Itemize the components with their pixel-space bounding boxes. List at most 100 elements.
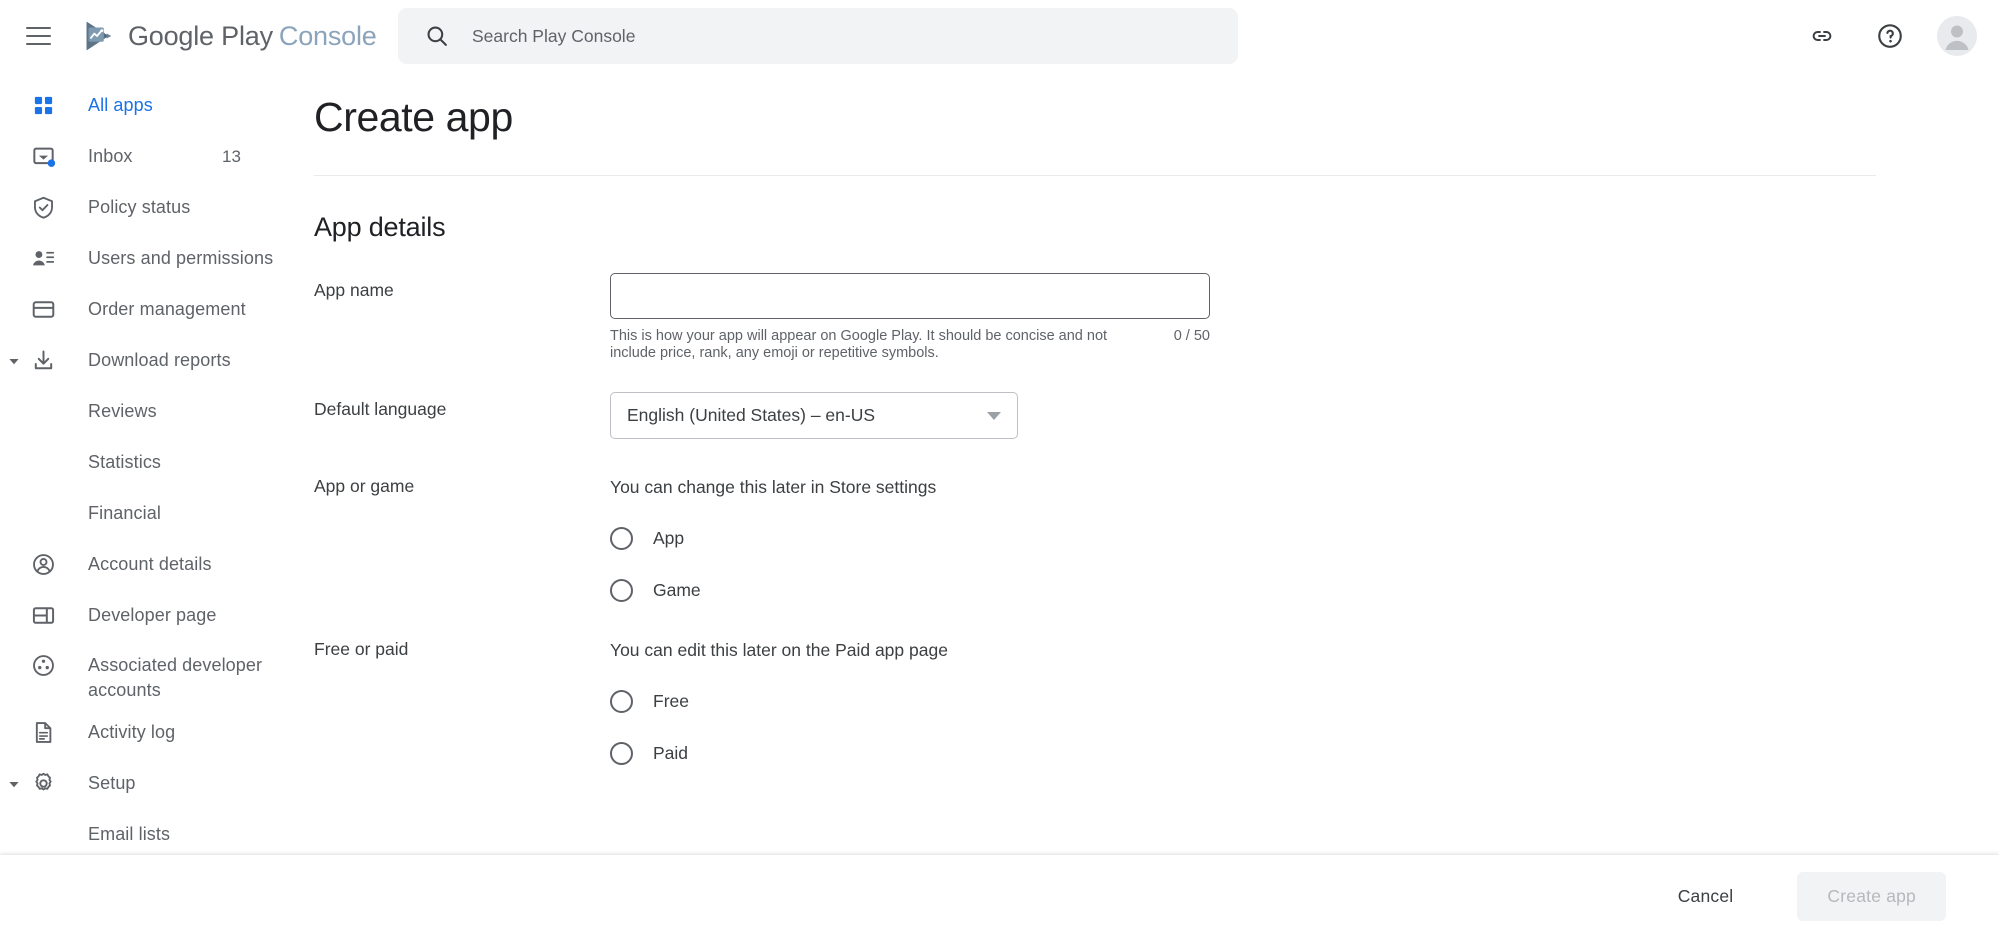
- radio-label: Free: [653, 691, 689, 712]
- sidebar-item-label: Download reports: [88, 348, 231, 373]
- account-avatar-icon[interactable]: [1937, 16, 1977, 56]
- sidebar-item-email-lists[interactable]: Email lists: [0, 809, 314, 855]
- sidebar-item-label: Policy status: [88, 195, 190, 220]
- form-row-app-name: App name This is how your app will appea…: [314, 273, 1999, 362]
- sidebar-item-account-details[interactable]: Account details: [0, 539, 314, 590]
- sidebar-item-setup[interactable]: Setup: [0, 758, 314, 809]
- app-name-helper-text: This is how your app will appear on Goog…: [610, 328, 1150, 362]
- sidebar-item-label: Reviews: [88, 399, 157, 424]
- search-input[interactable]: [472, 26, 1172, 47]
- sidebar-item-label: Order management: [88, 297, 246, 322]
- app-name-field-group: This is how your app will appear on Goog…: [610, 273, 1999, 362]
- radio-option-free[interactable]: Free: [610, 690, 1999, 713]
- radio-option-app[interactable]: App: [610, 527, 1999, 550]
- document-lines-icon: [28, 720, 58, 745]
- default-language-select[interactable]: English (United States) – en-US: [610, 392, 1018, 439]
- radio-option-game[interactable]: Game: [610, 579, 1999, 602]
- form-row-app-or-game: App or game You can change this later in…: [314, 469, 1999, 602]
- form-row-default-language: Default language English (United States)…: [314, 392, 1999, 439]
- app-or-game-note: You can change this later in Store setti…: [610, 469, 1999, 498]
- top-bar-actions: [1801, 0, 1977, 72]
- users-permissions-icon: [28, 246, 58, 271]
- sidebar-item-label: Users and permissions: [88, 246, 273, 271]
- hamburger-menu-icon[interactable]: [26, 21, 56, 51]
- app-or-game-field-group: You can change this later in Store setti…: [610, 469, 1999, 602]
- cancel-button[interactable]: Cancel: [1656, 874, 1756, 919]
- section-title-app-details: App details: [314, 212, 1999, 243]
- footer-action-bar: Cancel Create app: [0, 855, 1999, 937]
- sidebar-item-label: Account details: [88, 552, 212, 577]
- sidebar-item-label: Developer page: [88, 603, 217, 628]
- free-or-paid-field-group: You can edit this later on the Paid app …: [610, 632, 1999, 765]
- developer-page-icon: [28, 603, 58, 628]
- sidebar-item-all-apps[interactable]: All apps: [0, 80, 314, 131]
- sidebar-item-label: Statistics: [88, 450, 161, 475]
- brand-text: Google PlayConsole: [128, 21, 377, 52]
- chevron-down-icon[interactable]: [5, 775, 23, 793]
- radio-option-paid[interactable]: Paid: [610, 742, 1999, 765]
- sidebar-item-order-management[interactable]: Order management: [0, 284, 314, 335]
- sidebar-item-label: Inbox: [88, 144, 133, 169]
- page-title: Create app: [314, 72, 1999, 141]
- sidebar-item-label: Associated developer accounts: [88, 653, 288, 703]
- main-content: Create app App details App name This is …: [314, 72, 1999, 855]
- associated-accounts-icon: [28, 653, 58, 678]
- gear-icon: [28, 771, 58, 796]
- sidebar-item-users-and-permissions[interactable]: Users and permissions: [0, 233, 314, 284]
- app-name-character-counter: 0 / 50: [1174, 328, 1210, 344]
- link-icon[interactable]: [1801, 15, 1843, 57]
- app-name-label: App name: [314, 273, 610, 362]
- credit-card-icon: [28, 297, 58, 322]
- sidebar-item-download-reports[interactable]: Download reports: [0, 335, 314, 386]
- brand-logo-link[interactable]: Google PlayConsole: [80, 17, 377, 55]
- hamburger-bar: [26, 35, 51, 37]
- download-icon: [28, 348, 58, 373]
- grid-apps-icon: [28, 94, 58, 117]
- sidebar-item-statistics[interactable]: Statistics: [0, 437, 314, 488]
- play-console-logo-icon: [80, 17, 118, 55]
- radio-circle-icon: [610, 742, 633, 765]
- app-name-input[interactable]: [610, 273, 1210, 319]
- sidebar-item-activity-log[interactable]: Activity log: [0, 707, 314, 758]
- default-language-label: Default language: [314, 392, 610, 439]
- search-bar[interactable]: [398, 8, 1238, 64]
- form-row-free-or-paid: Free or paid You can edit this later on …: [314, 632, 1999, 765]
- free-or-paid-label: Free or paid: [314, 632, 610, 765]
- brand-secondary-text: Console: [279, 21, 377, 51]
- sidebar-item-label: Financial: [88, 501, 161, 526]
- sidebar-item-developer-page[interactable]: Developer page: [0, 590, 314, 641]
- free-or-paid-note: You can edit this later on the Paid app …: [610, 632, 1999, 661]
- search-icon: [424, 23, 450, 49]
- sidebar-item-label: Activity log: [88, 720, 175, 745]
- default-language-field-group: English (United States) – en-US: [610, 392, 1999, 439]
- sidebar-navigation: All apps Inbox 13 Policy status: [0, 72, 314, 855]
- radio-label: Paid: [653, 743, 688, 764]
- radio-circle-icon: [610, 579, 633, 602]
- sidebar-item-associated-developer-accounts[interactable]: Associated developer accounts: [0, 641, 314, 707]
- inbox-badge-count: 13: [222, 147, 241, 167]
- sidebar-item-label: Setup: [88, 771, 136, 796]
- hamburger-bar: [26, 43, 51, 45]
- inbox-icon: [28, 144, 58, 169]
- shield-check-icon: [28, 195, 58, 220]
- sidebar-item-inbox[interactable]: Inbox 13: [0, 131, 314, 182]
- sidebar-item-policy-status[interactable]: Policy status: [0, 182, 314, 233]
- sidebar-item-label: Email lists: [88, 822, 170, 847]
- hamburger-bar: [26, 27, 51, 29]
- default-language-selected-value: English (United States) – en-US: [627, 405, 875, 426]
- radio-label: App: [653, 528, 684, 549]
- brand-primary-text: Google Play: [128, 21, 273, 51]
- sidebar-item-reviews[interactable]: Reviews: [0, 386, 314, 437]
- radio-circle-icon: [610, 527, 633, 550]
- account-circle-icon: [28, 552, 58, 577]
- title-divider: [314, 175, 1876, 176]
- create-app-button[interactable]: Create app: [1797, 872, 1946, 921]
- top-app-bar: Google PlayConsole: [0, 0, 1999, 72]
- help-circle-icon[interactable]: [1869, 15, 1911, 57]
- sidebar-item-financial[interactable]: Financial: [0, 488, 314, 539]
- radio-label: Game: [653, 580, 701, 601]
- app-name-helper-row: This is how your app will appear on Goog…: [610, 328, 1210, 362]
- chevron-down-icon: [987, 412, 1001, 420]
- app-or-game-label: App or game: [314, 469, 610, 602]
- chevron-down-icon[interactable]: [5, 352, 23, 370]
